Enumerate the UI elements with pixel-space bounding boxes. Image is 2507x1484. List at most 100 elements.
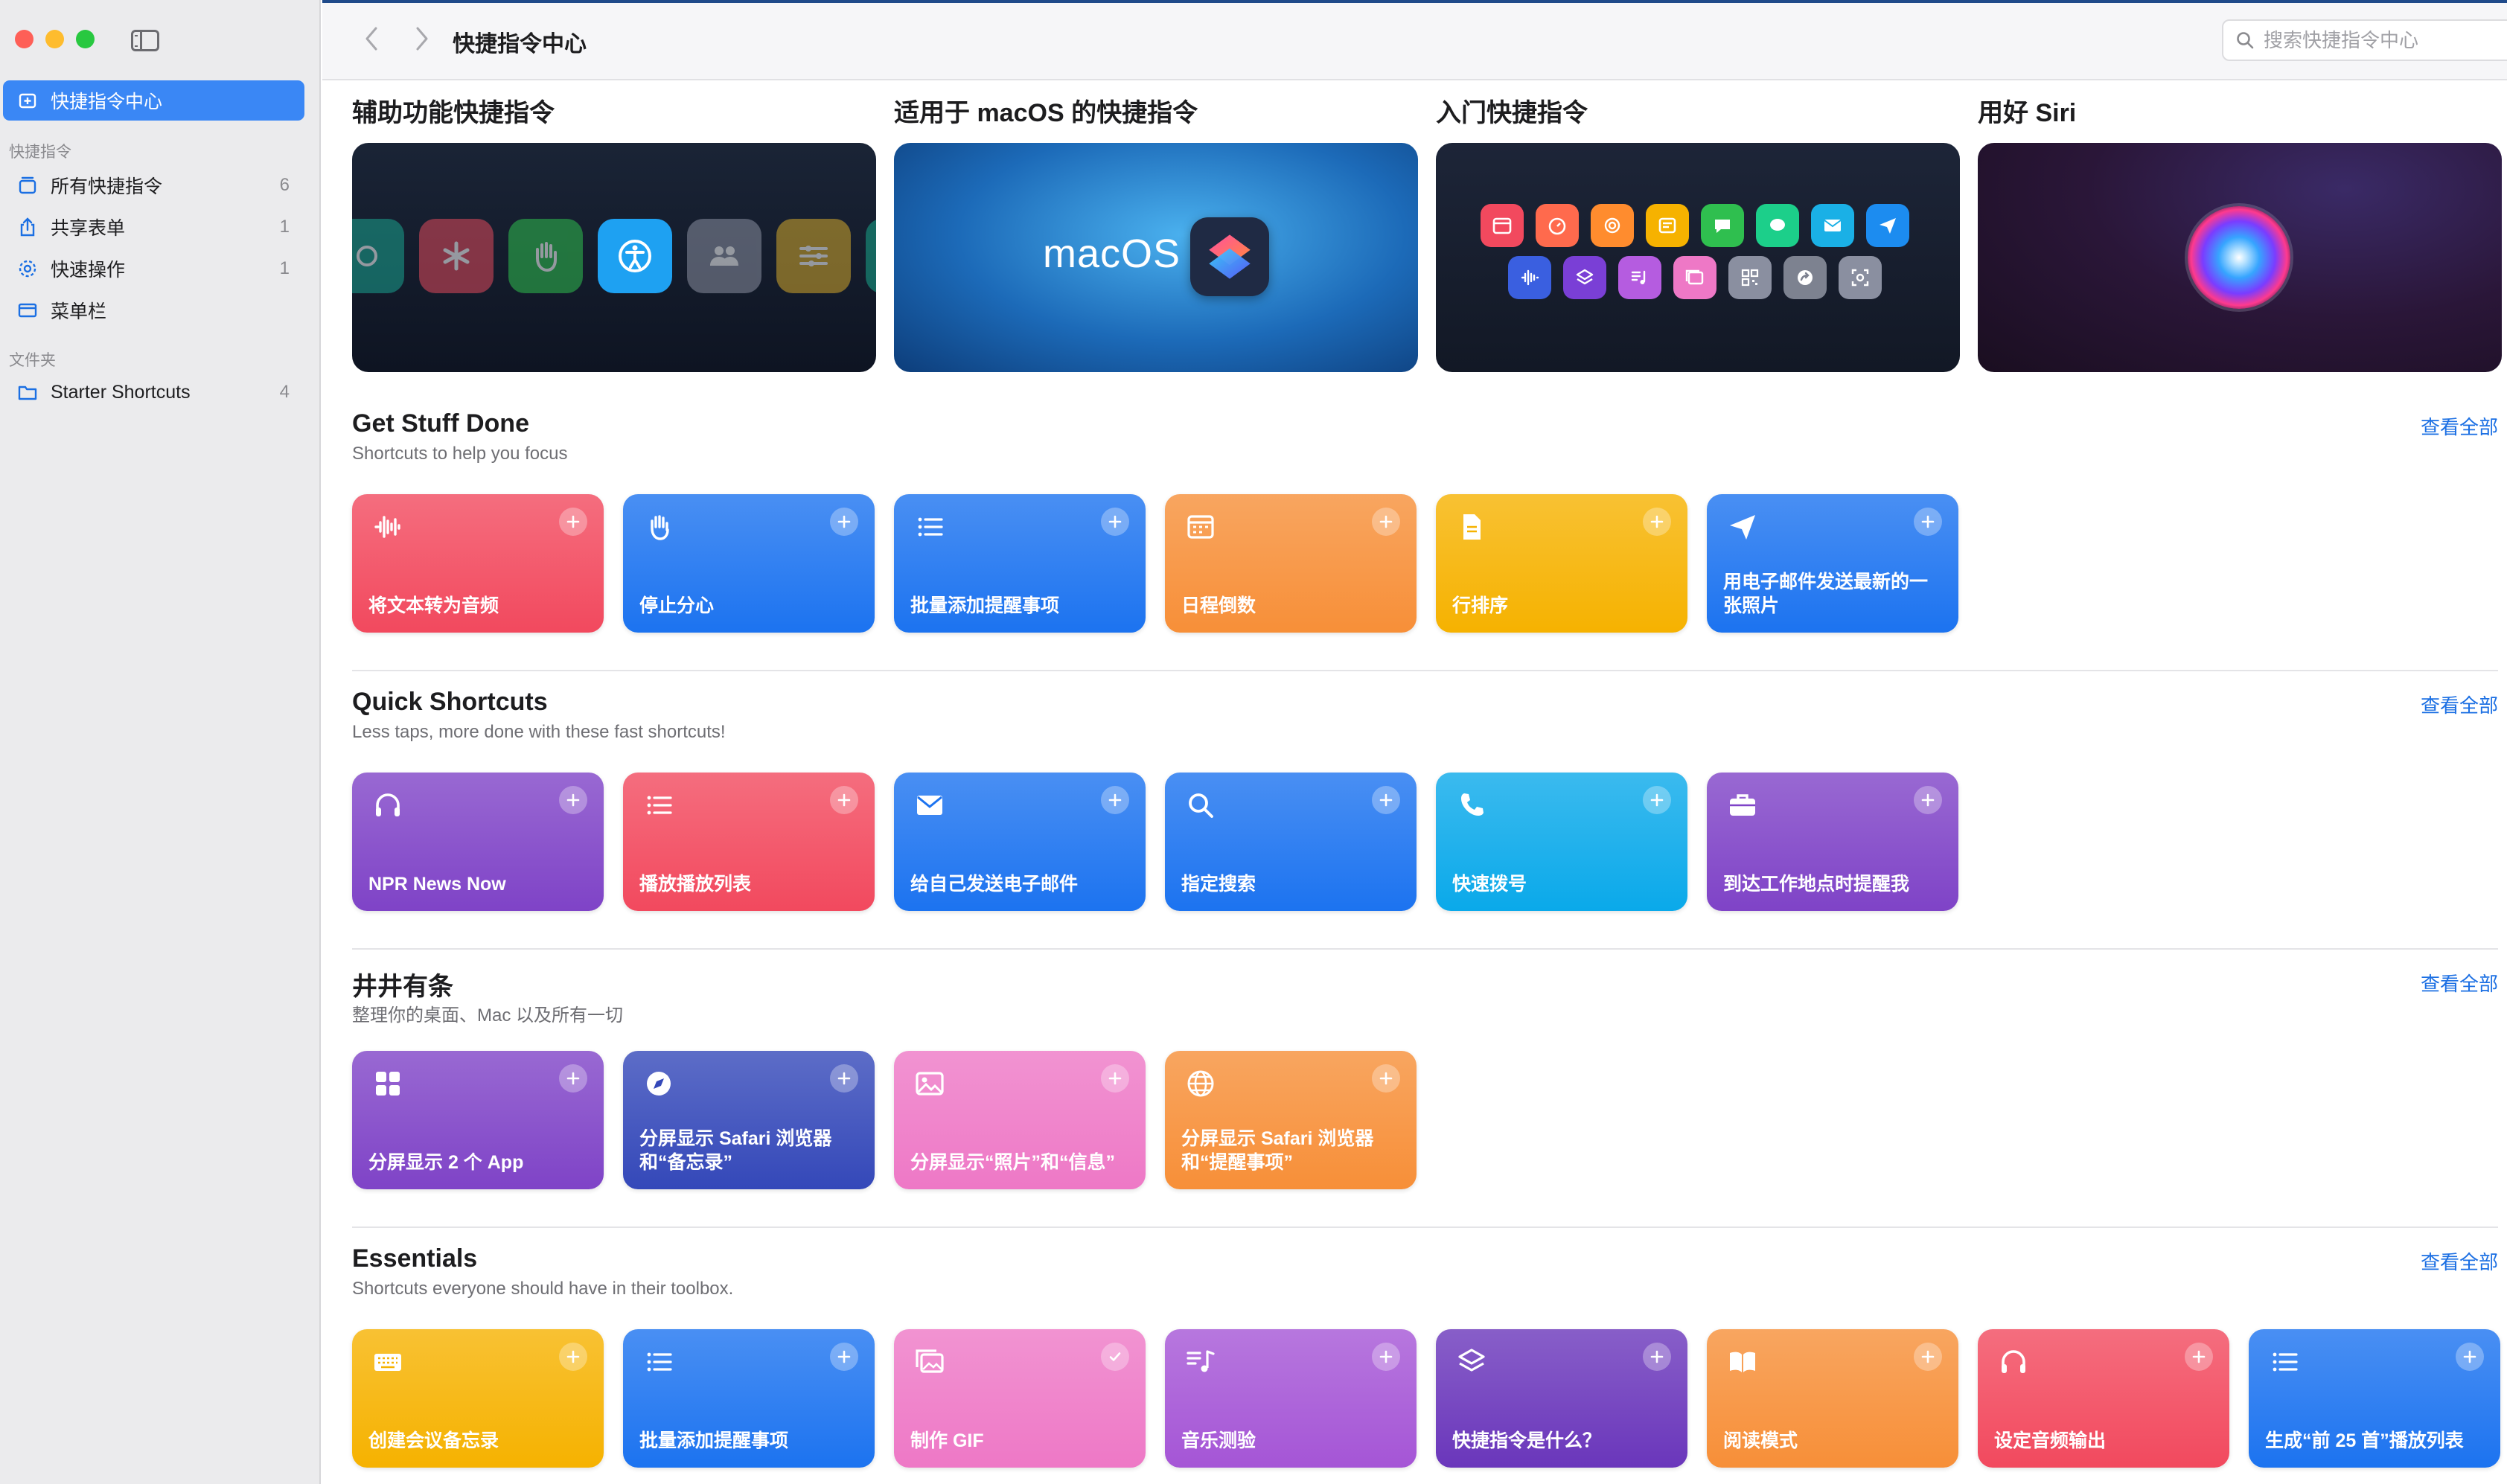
toolbar: 快捷指令中心 xyxy=(322,0,2507,80)
photos-stack-icon xyxy=(1673,256,1716,299)
see-all-link[interactable]: 查看全部 xyxy=(2421,412,2498,440)
add-shortcut-button[interactable] xyxy=(1101,508,1129,536)
accessibility-tile xyxy=(866,219,876,293)
back-button[interactable] xyxy=(355,22,388,55)
add-shortcut-button[interactable] xyxy=(1101,786,1129,814)
shortcut-card[interactable]: 分屏显示 Safari 浏览器和“备忘录” xyxy=(623,1051,875,1189)
shortcut-card[interactable]: 停止分心 xyxy=(623,494,875,633)
see-all-link[interactable]: 查看全部 xyxy=(2421,969,2498,997)
sidebar-item-share-sheet[interactable]: 共享表单 1 xyxy=(3,207,304,247)
shortcut-card[interactable]: 快捷指令是什么？ xyxy=(1436,1329,1687,1468)
shortcut-card-label: 到达工作地点时提醒我 xyxy=(1723,874,1910,895)
section-title: Get Stuff Done xyxy=(352,409,529,438)
add-shortcut-button[interactable] xyxy=(830,786,858,814)
search-field[interactable] xyxy=(2222,19,2507,61)
plus-icon xyxy=(1379,793,1393,807)
macos-banner-text: macOS xyxy=(1043,231,1181,276)
shortcut-card[interactable]: 快速拨号 xyxy=(1436,773,1687,911)
shortcut-card[interactable]: 给自己发送电子邮件 xyxy=(894,773,1146,911)
close-window-button[interactable] xyxy=(15,30,33,48)
shortcut-card[interactable]: 音乐测验 xyxy=(1165,1329,1417,1468)
shortcut-card-label: NPR News Now xyxy=(368,874,506,895)
section-title: Quick Shortcuts xyxy=(352,688,548,716)
add-shortcut-button[interactable] xyxy=(830,1343,858,1371)
plus-icon xyxy=(837,1350,851,1363)
sidebar-item-quick-actions[interactable]: 快速操作 1 xyxy=(3,249,304,289)
sidebar-item-all-shortcuts[interactable]: 所有快捷指令 6 xyxy=(3,165,304,205)
add-shortcut-button[interactable] xyxy=(2456,1343,2484,1371)
shortcut-card[interactable]: 将文本转为音频 xyxy=(352,494,604,633)
plus-icon xyxy=(1921,515,1935,528)
shortcut-card[interactable]: 阅读模式 xyxy=(1707,1329,1958,1468)
list-icon xyxy=(912,509,948,545)
sidebar-item-menu-bar[interactable]: 菜单栏 xyxy=(3,290,304,330)
add-shortcut-button[interactable] xyxy=(559,508,587,536)
accessibility-tile xyxy=(508,219,583,293)
featured-macos-card[interactable]: macOS xyxy=(894,143,1418,372)
featured-starter-card[interactable] xyxy=(1436,143,1960,372)
shortcut-card[interactable]: 生成“前 25 首”播放列表 xyxy=(2249,1329,2500,1468)
add-shortcut-button[interactable] xyxy=(1372,1343,1400,1371)
add-shortcut-button[interactable] xyxy=(2185,1343,2213,1371)
shortcut-card[interactable]: 用电子邮件发送最新的一张照片 xyxy=(1707,494,1958,633)
hand-icon xyxy=(536,242,557,272)
shortcut-card[interactable]: 行排序 xyxy=(1436,494,1687,633)
plus-icon xyxy=(837,515,851,528)
list-icon xyxy=(641,1344,677,1380)
headphones-icon xyxy=(1996,1344,2031,1380)
plus-icon xyxy=(566,515,580,528)
add-shortcut-button[interactable] xyxy=(1914,1343,1942,1371)
add-shortcut-button[interactable] xyxy=(1372,508,1400,536)
see-all-link[interactable]: 查看全部 xyxy=(2421,1247,2498,1275)
add-shortcut-button[interactable] xyxy=(1643,1343,1671,1371)
plus-icon xyxy=(1650,793,1664,807)
shortcut-card[interactable]: 批量添加提醒事项 xyxy=(623,1329,875,1468)
sidebar-item-count: 6 xyxy=(279,175,290,195)
add-shortcut-button[interactable] xyxy=(1101,1064,1129,1093)
add-shortcut-button[interactable] xyxy=(830,1064,858,1093)
shortcut-card[interactable]: 创建会议备忘录 xyxy=(352,1329,604,1468)
sidebar-item-starter-shortcuts[interactable]: Starter Shortcuts 4 xyxy=(3,372,304,412)
add-shortcut-button[interactable] xyxy=(1372,1064,1400,1093)
add-shortcut-button[interactable] xyxy=(830,508,858,536)
featured-title: 入门快捷指令 xyxy=(1436,99,1588,127)
added-check-button[interactable] xyxy=(1101,1343,1129,1371)
shortcut-card-label: 用电子邮件发送最新的一张照片 xyxy=(1723,572,1929,616)
shortcut-card[interactable]: 分屏显示 Safari 浏览器和“提醒事项” xyxy=(1165,1051,1417,1189)
zoom-window-button[interactable] xyxy=(76,30,95,48)
shortcut-card-label: 制作 GIF xyxy=(910,1430,984,1451)
sidebar-toggle-icon[interactable] xyxy=(131,30,159,51)
sidebar-item-count: 1 xyxy=(279,217,290,237)
add-shortcut-button[interactable] xyxy=(1372,786,1400,814)
section-subtitle: Shortcuts to help you focus xyxy=(352,444,568,464)
shortcut-card[interactable]: 批量添加提醒事项 xyxy=(894,494,1146,633)
see-all-link[interactable]: 查看全部 xyxy=(2421,691,2498,718)
shortcut-card[interactable]: 设定音频输出 xyxy=(1978,1329,2229,1468)
minimize-window-button[interactable] xyxy=(45,30,64,48)
add-shortcut-button[interactable] xyxy=(1643,786,1671,814)
add-shortcut-button[interactable] xyxy=(559,1343,587,1371)
shortcut-card[interactable]: NPR News Now xyxy=(352,773,604,911)
search-input[interactable] xyxy=(2264,28,2502,52)
shortcut-card[interactable]: 播放播放列表 xyxy=(623,773,875,911)
add-shortcut-button[interactable] xyxy=(1914,786,1942,814)
featured-siri-card[interactable] xyxy=(1978,143,2502,372)
shortcut-card[interactable]: 分屏显示 2 个 App xyxy=(352,1051,604,1189)
add-shortcut-button[interactable] xyxy=(559,786,587,814)
shortcut-card[interactable]: 分屏显示“照片”和“信息” xyxy=(894,1051,1146,1189)
forward-button[interactable] xyxy=(406,22,438,55)
add-shortcut-button[interactable] xyxy=(1643,508,1671,536)
section-subtitle: Shortcuts everyone should have in their … xyxy=(352,1279,734,1299)
shortcut-card[interactable]: 指定搜索 xyxy=(1165,773,1417,911)
shortcut-card[interactable]: 到达工作地点时提醒我 xyxy=(1707,773,1958,911)
compass-icon xyxy=(641,1066,677,1101)
shortcut-card-label: 播放播放列表 xyxy=(639,874,752,895)
add-shortcut-button[interactable] xyxy=(559,1064,587,1093)
share-arrow-icon xyxy=(1783,256,1827,299)
add-shortcut-button[interactable] xyxy=(1914,508,1942,536)
shortcut-card[interactable]: 日程倒数 xyxy=(1165,494,1417,633)
sidebar-item-gallery[interactable]: 快捷指令中心 xyxy=(3,80,304,121)
plus-icon xyxy=(2463,1350,2476,1363)
featured-accessibility-card[interactable] xyxy=(352,143,876,372)
shortcut-card[interactable]: 制作 GIF xyxy=(894,1329,1146,1468)
